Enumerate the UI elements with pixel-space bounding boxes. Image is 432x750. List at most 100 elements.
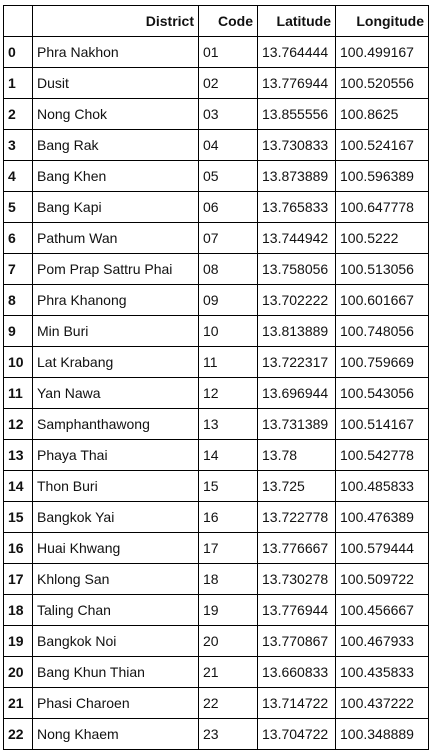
row-index: 13: [3, 439, 33, 471]
latitude-cell: 13.714722: [257, 687, 336, 719]
table-row: 9 Min Buri 10 13.813889 100.748056: [3, 315, 429, 347]
latitude-cell: 13.776944: [257, 67, 336, 99]
longitude-cell: 100.543056: [335, 377, 429, 409]
row-index: 3: [3, 129, 33, 161]
row-index: 22: [3, 718, 33, 750]
row-index: 10: [3, 346, 33, 378]
table-row: 21 Phasi Charoen 22 13.714722 100.437222: [3, 687, 429, 719]
longitude-cell: 100.759669: [335, 346, 429, 378]
longitude-cell: 100.748056: [335, 315, 429, 347]
row-index: 20: [3, 656, 33, 688]
latitude-cell: 13.770867: [257, 625, 336, 657]
district-cell: Bang Khen: [32, 160, 199, 192]
longitude-cell: 100.596389: [335, 160, 429, 192]
code-cell: 08: [198, 253, 258, 285]
table-row: 0 Phra Nakhon 01 13.764444 100.499167: [3, 36, 429, 68]
code-cell: 13: [198, 408, 258, 440]
longitude-cell: 100.467933: [335, 625, 429, 657]
district-cell: Huai Khwang: [32, 532, 199, 564]
code-cell: 10: [198, 315, 258, 347]
district-cell: Bang Khun Thian: [32, 656, 199, 688]
row-index: 15: [3, 501, 33, 533]
longitude-cell: 100.601667: [335, 284, 429, 316]
code-cell: 21: [198, 656, 258, 688]
header-row: District Code Latitude Longitude: [3, 5, 429, 37]
code-cell: 19: [198, 594, 258, 626]
table-row: 22 Nong Khaem 23 13.704722 100.348889: [3, 718, 429, 750]
district-cell: Lat Krabang: [32, 346, 199, 378]
district-cell: Yan Nawa: [32, 377, 199, 409]
table-row: 11 Yan Nawa 12 13.696944 100.543056: [3, 377, 429, 409]
longitude-cell: 100.509722: [335, 563, 429, 595]
code-cell: 14: [198, 439, 258, 471]
row-index: 21: [3, 687, 33, 719]
row-index: 16: [3, 532, 33, 564]
table-row: 2 Nong Chok 03 13.855556 100.8625: [3, 98, 429, 130]
code-cell: 09: [198, 284, 258, 316]
row-index: 7: [3, 253, 33, 285]
latitude-cell: 13.776667: [257, 532, 336, 564]
latitude-cell: 13.764444: [257, 36, 336, 68]
district-cell: Taling Chan: [32, 594, 199, 626]
code-cell: 04: [198, 129, 258, 161]
latitude-cell: 13.744942: [257, 222, 336, 254]
longitude-cell: 100.485833: [335, 470, 429, 502]
district-cell: Bang Rak: [32, 129, 199, 161]
code-header: Code: [198, 5, 258, 37]
code-cell: 23: [198, 718, 258, 750]
row-index: 17: [3, 563, 33, 595]
row-index: 1: [3, 67, 33, 99]
latitude-cell: 13.731389: [257, 408, 336, 440]
district-cell: Khlong San: [32, 563, 199, 595]
longitude-cell: 100.647778: [335, 191, 429, 223]
longitude-header: Longitude: [335, 5, 429, 37]
table-row: 7 Pom Prap Sattru Phai 08 13.758056 100.5130…: [3, 253, 429, 285]
row-index: 2: [3, 98, 33, 130]
district-cell: Dusit: [32, 67, 199, 99]
row-index: 8: [3, 284, 33, 316]
district-cell: Pom Prap Sattru Phai: [32, 253, 199, 285]
longitude-cell: 100.476389: [335, 501, 429, 533]
longitude-cell: 100.456667: [335, 594, 429, 626]
latitude-cell: 13.765833: [257, 191, 336, 223]
district-cell: Phra Khanong: [32, 284, 199, 316]
longitude-cell: 100.524167: [335, 129, 429, 161]
code-cell: 22: [198, 687, 258, 719]
latitude-cell: 13.725: [257, 470, 336, 502]
table-row: 15 Bangkok Yai 16 13.722778 100.476389: [3, 501, 429, 533]
code-cell: 15: [198, 470, 258, 502]
row-index: 9: [3, 315, 33, 347]
code-cell: 20: [198, 625, 258, 657]
longitude-cell: 100.5222: [335, 222, 429, 254]
district-header: District: [32, 5, 199, 37]
table-row: 18 Taling Chan 19 13.776944 100.456667: [3, 594, 429, 626]
longitude-cell: 100.513056: [335, 253, 429, 285]
latitude-header: Latitude: [257, 5, 336, 37]
code-cell: 12: [198, 377, 258, 409]
longitude-cell: 100.8625: [335, 98, 429, 130]
latitude-cell: 13.813889: [257, 315, 336, 347]
row-index: 0: [3, 36, 33, 68]
table-row: 5 Bang Kapi 06 13.765833 100.647778: [3, 191, 429, 223]
table-row: 16 Huai Khwang 17 13.776667 100.579444: [3, 532, 429, 564]
district-cell: Nong Chok: [32, 98, 199, 130]
district-cell: Min Buri: [32, 315, 199, 347]
longitude-cell: 100.579444: [335, 532, 429, 564]
table-row: 8 Phra Khanong 09 13.702222 100.601667: [3, 284, 429, 316]
code-cell: 02: [198, 67, 258, 99]
table-row: 19 Bangkok Noi 20 13.770867 100.467933: [3, 625, 429, 657]
latitude-cell: 13.660833: [257, 656, 336, 688]
longitude-cell: 100.435833: [335, 656, 429, 688]
longitude-cell: 100.437222: [335, 687, 429, 719]
longitude-cell: 100.542778: [335, 439, 429, 471]
table-row: 3 Bang Rak 04 13.730833 100.524167: [3, 129, 429, 161]
row-index: 4: [3, 160, 33, 192]
table-row: 12 Samphanthawong 13 13.731389 100.514167: [3, 408, 429, 440]
code-cell: 11: [198, 346, 258, 378]
table-row: 6 Pathum Wan 07 13.744942 100.5222: [3, 222, 429, 254]
latitude-cell: 13.758056: [257, 253, 336, 285]
code-cell: 07: [198, 222, 258, 254]
row-index: 19: [3, 625, 33, 657]
code-cell: 06: [198, 191, 258, 223]
row-index: 6: [3, 222, 33, 254]
